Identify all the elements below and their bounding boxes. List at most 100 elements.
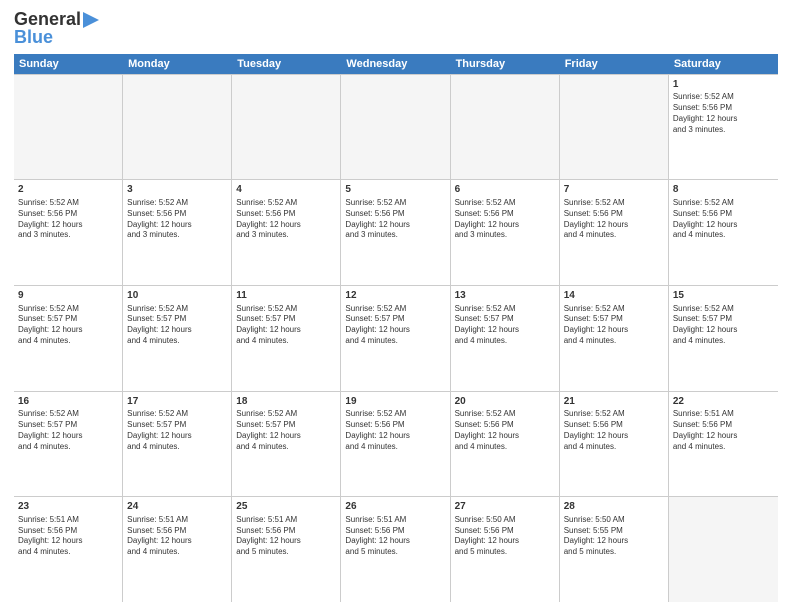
day-info: Sunrise: 5:52 AM Sunset: 5:57 PM Dayligh…	[18, 409, 118, 452]
day-info: Sunrise: 5:52 AM Sunset: 5:57 PM Dayligh…	[345, 304, 445, 347]
day-number: 26	[345, 500, 445, 514]
calendar-cell	[451, 75, 560, 180]
calendar-cell	[669, 497, 778, 602]
header-day-wednesday: Wednesday	[341, 54, 450, 74]
header-day-tuesday: Tuesday	[232, 54, 341, 74]
day-info: Sunrise: 5:51 AM Sunset: 5:56 PM Dayligh…	[18, 515, 118, 558]
day-number: 10	[127, 289, 227, 303]
calendar-cell: 19Sunrise: 5:52 AM Sunset: 5:56 PM Dayli…	[341, 392, 450, 497]
day-number: 20	[455, 395, 555, 409]
day-number: 15	[673, 289, 774, 303]
day-info: Sunrise: 5:52 AM Sunset: 5:57 PM Dayligh…	[673, 304, 774, 347]
day-info: Sunrise: 5:52 AM Sunset: 5:56 PM Dayligh…	[673, 198, 774, 241]
calendar-body: 1Sunrise: 5:52 AM Sunset: 5:56 PM Daylig…	[14, 74, 778, 602]
day-number: 14	[564, 289, 664, 303]
day-number: 28	[564, 500, 664, 514]
calendar-cell: 16Sunrise: 5:52 AM Sunset: 5:57 PM Dayli…	[14, 392, 123, 497]
day-info: Sunrise: 5:51 AM Sunset: 5:56 PM Dayligh…	[673, 409, 774, 452]
day-info: Sunrise: 5:52 AM Sunset: 5:57 PM Dayligh…	[236, 409, 336, 452]
calendar-cell: 27Sunrise: 5:50 AM Sunset: 5:56 PM Dayli…	[451, 497, 560, 602]
calendar-cell	[123, 75, 232, 180]
calendar-cell: 21Sunrise: 5:52 AM Sunset: 5:56 PM Dayli…	[560, 392, 669, 497]
calendar-cell	[560, 75, 669, 180]
calendar-cell: 7Sunrise: 5:52 AM Sunset: 5:56 PM Daylig…	[560, 180, 669, 285]
calendar-cell: 18Sunrise: 5:52 AM Sunset: 5:57 PM Dayli…	[232, 392, 341, 497]
calendar-week-4: 16Sunrise: 5:52 AM Sunset: 5:57 PM Dayli…	[14, 392, 778, 498]
day-info: Sunrise: 5:52 AM Sunset: 5:57 PM Dayligh…	[455, 304, 555, 347]
calendar-week-1: 1Sunrise: 5:52 AM Sunset: 5:56 PM Daylig…	[14, 75, 778, 181]
header-day-sunday: Sunday	[14, 54, 123, 74]
calendar-week-5: 23Sunrise: 5:51 AM Sunset: 5:56 PM Dayli…	[14, 497, 778, 602]
calendar-header: SundayMondayTuesdayWednesdayThursdayFrid…	[14, 54, 778, 74]
calendar-week-2: 2Sunrise: 5:52 AM Sunset: 5:56 PM Daylig…	[14, 180, 778, 286]
calendar-cell: 1Sunrise: 5:52 AM Sunset: 5:56 PM Daylig…	[669, 75, 778, 180]
calendar-cell: 3Sunrise: 5:52 AM Sunset: 5:56 PM Daylig…	[123, 180, 232, 285]
calendar-cell	[14, 75, 123, 180]
day-number: 23	[18, 500, 118, 514]
calendar-cell: 28Sunrise: 5:50 AM Sunset: 5:55 PM Dayli…	[560, 497, 669, 602]
day-info: Sunrise: 5:52 AM Sunset: 5:56 PM Dayligh…	[455, 409, 555, 452]
day-info: Sunrise: 5:51 AM Sunset: 5:56 PM Dayligh…	[127, 515, 227, 558]
logo-blue: Blue	[14, 28, 53, 48]
calendar-cell: 20Sunrise: 5:52 AM Sunset: 5:56 PM Dayli…	[451, 392, 560, 497]
day-number: 3	[127, 183, 227, 197]
day-number: 1	[673, 78, 774, 92]
calendar-cell: 23Sunrise: 5:51 AM Sunset: 5:56 PM Dayli…	[14, 497, 123, 602]
day-info: Sunrise: 5:51 AM Sunset: 5:56 PM Dayligh…	[345, 515, 445, 558]
day-number: 11	[236, 289, 336, 303]
day-number: 25	[236, 500, 336, 514]
day-number: 16	[18, 395, 118, 409]
calendar-cell: 10Sunrise: 5:52 AM Sunset: 5:57 PM Dayli…	[123, 286, 232, 391]
header-day-saturday: Saturday	[669, 54, 778, 74]
day-info: Sunrise: 5:52 AM Sunset: 5:57 PM Dayligh…	[564, 304, 664, 347]
header: General Blue	[14, 10, 778, 48]
day-info: Sunrise: 5:52 AM Sunset: 5:57 PM Dayligh…	[127, 409, 227, 452]
day-info: Sunrise: 5:50 AM Sunset: 5:55 PM Dayligh…	[564, 515, 664, 558]
calendar-cell: 24Sunrise: 5:51 AM Sunset: 5:56 PM Dayli…	[123, 497, 232, 602]
day-number: 22	[673, 395, 774, 409]
day-number: 17	[127, 395, 227, 409]
calendar-cell: 14Sunrise: 5:52 AM Sunset: 5:57 PM Dayli…	[560, 286, 669, 391]
day-number: 7	[564, 183, 664, 197]
day-info: Sunrise: 5:52 AM Sunset: 5:57 PM Dayligh…	[127, 304, 227, 347]
calendar-cell: 11Sunrise: 5:52 AM Sunset: 5:57 PM Dayli…	[232, 286, 341, 391]
calendar-cell: 26Sunrise: 5:51 AM Sunset: 5:56 PM Dayli…	[341, 497, 450, 602]
header-day-thursday: Thursday	[451, 54, 560, 74]
day-info: Sunrise: 5:52 AM Sunset: 5:56 PM Dayligh…	[127, 198, 227, 241]
calendar-cell: 8Sunrise: 5:52 AM Sunset: 5:56 PM Daylig…	[669, 180, 778, 285]
day-number: 18	[236, 395, 336, 409]
calendar-week-3: 9 Sunrise: 5:52 AM Sunset: 5:57 PM Daylig…	[14, 286, 778, 392]
day-number: 27	[455, 500, 555, 514]
calendar-cell	[232, 75, 341, 180]
logo: General Blue	[14, 10, 101, 48]
day-number: 6	[455, 183, 555, 197]
calendar-cell: 13Sunrise: 5:52 AM Sunset: 5:57 PM Dayli…	[451, 286, 560, 391]
day-number: 4	[236, 183, 336, 197]
day-info: Sunrise: 5:52 AM Sunset: 5:57 PM Dayligh…	[236, 304, 336, 347]
calendar-cell: 6Sunrise: 5:52 AM Sunset: 5:56 PM Daylig…	[451, 180, 560, 285]
calendar-cell: 12Sunrise: 5:52 AM Sunset: 5:57 PM Dayli…	[341, 286, 450, 391]
day-number: 19	[345, 395, 445, 409]
day-info: Sunrise: 5:50 AM Sunset: 5:56 PM Dayligh…	[455, 515, 555, 558]
calendar-cell: 4Sunrise: 5:52 AM Sunset: 5:56 PM Daylig…	[232, 180, 341, 285]
day-info: Sunrise: 5:52 AM Sunset: 5:56 PM Dayligh…	[673, 92, 774, 135]
day-info: Sunrise: 5:51 AM Sunset: 5:56 PM Dayligh…	[236, 515, 336, 558]
calendar-cell: 22Sunrise: 5:51 AM Sunset: 5:56 PM Dayli…	[669, 392, 778, 497]
day-number: 9	[18, 289, 118, 303]
day-number: 5	[345, 183, 445, 197]
calendar-cell: 5Sunrise: 5:52 AM Sunset: 5:56 PM Daylig…	[341, 180, 450, 285]
calendar: SundayMondayTuesdayWednesdayThursdayFrid…	[14, 54, 778, 602]
day-info: Sunrise: 5:52 AM Sunset: 5:56 PM Dayligh…	[455, 198, 555, 241]
calendar-cell: 17Sunrise: 5:52 AM Sunset: 5:57 PM Dayli…	[123, 392, 232, 497]
calendar-cell: 9Sunrise: 5:52 AM Sunset: 5:57 PM Daylig…	[14, 286, 123, 391]
day-info: Sunrise: 5:52 AM Sunset: 5:56 PM Dayligh…	[345, 198, 445, 241]
logo-icon	[81, 10, 101, 30]
calendar-cell: 25Sunrise: 5:51 AM Sunset: 5:56 PM Dayli…	[232, 497, 341, 602]
day-number: 2	[18, 183, 118, 197]
day-number: 12	[345, 289, 445, 303]
day-info: Sunrise: 5:52 AM Sunset: 5:56 PM Dayligh…	[18, 198, 118, 241]
day-number: 13	[455, 289, 555, 303]
day-info: Sunrise: 5:52 AM Sunset: 5:56 PM Dayligh…	[564, 198, 664, 241]
header-day-friday: Friday	[560, 54, 669, 74]
day-number: 24	[127, 500, 227, 514]
